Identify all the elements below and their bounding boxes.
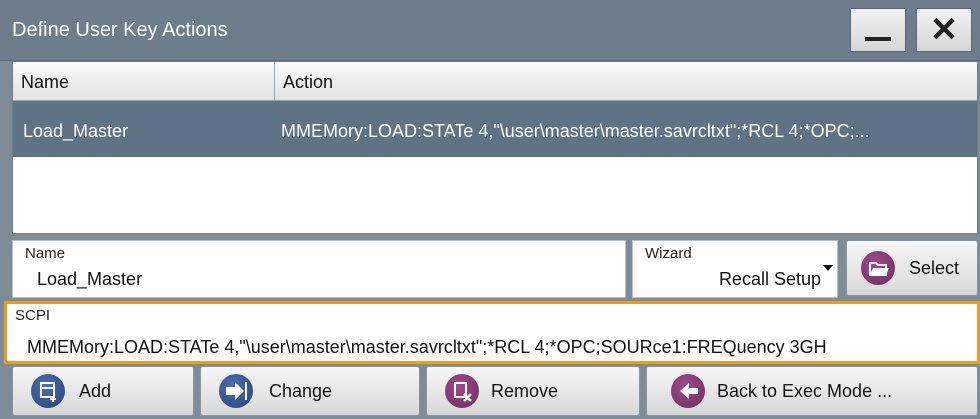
- dropdown-caret-icon: [823, 265, 833, 271]
- back-to-exec-mode-button[interactable]: Back to Exec Mode ...: [646, 366, 978, 416]
- remove-button[interactable]: Remove: [426, 366, 640, 416]
- wizard-label: Wizard: [645, 245, 692, 262]
- title-bar: Define User Key Actions ✕: [0, 0, 980, 61]
- column-header-name[interactable]: Name: [13, 62, 275, 100]
- scpi-field[interactable]: SCPI MMEMory:LOAD:STATe 4,"\user\master\…: [4, 301, 980, 364]
- arrow-left-icon: [671, 374, 705, 408]
- change-button-label: Change: [269, 381, 333, 401]
- row-action-cell: MMEMory:LOAD:STATe 4,"\user\master\maste…: [281, 121, 870, 141]
- name-field-label: Name: [25, 245, 66, 262]
- close-icon: ✕: [929, 11, 959, 49]
- table-header: Name Action: [13, 62, 977, 101]
- select-button-label: Select: [909, 258, 960, 278]
- wizard-dropdown[interactable]: Wizard Recall Setup: [632, 240, 838, 298]
- select-button[interactable]: Select: [846, 240, 978, 296]
- minimize-icon: [865, 37, 891, 41]
- back-button-label: Back to Exec Mode ...: [717, 381, 893, 401]
- column-header-action[interactable]: Action: [275, 62, 977, 100]
- name-field[interactable]: Name Load_Master: [12, 240, 626, 298]
- add-button[interactable]: Add: [12, 366, 194, 416]
- user-key-actions-table: Name Action Load_Master MMEMory:LOAD:STA…: [12, 61, 978, 234]
- row-name-cell: Load_Master: [23, 121, 129, 141]
- scpi-value: MMEMory:LOAD:STATe 4,"\user\master\maste…: [27, 337, 827, 357]
- close-button[interactable]: ✕: [916, 8, 972, 52]
- arrow-right-icon: [219, 374, 253, 408]
- define-user-key-actions-dialog: Define User Key Actions ✕ Name Action Lo…: [0, 0, 980, 419]
- table-row[interactable]: Load_Master MMEMory:LOAD:STATe 4,"\user\…: [13, 101, 977, 157]
- minimize-button[interactable]: [850, 8, 906, 52]
- folder-open-icon: [861, 251, 895, 285]
- add-icon: [31, 374, 65, 408]
- add-button-label: Add: [79, 381, 112, 401]
- remove-icon: [445, 374, 479, 408]
- wizard-selected-value: Recall Setup: [718, 269, 821, 289]
- scpi-label: SCPI: [15, 307, 51, 324]
- dialog-title: Define User Key Actions: [12, 19, 228, 41]
- name-field-value: Load_Master: [37, 269, 143, 289]
- remove-button-label: Remove: [491, 381, 559, 401]
- change-button[interactable]: Change: [200, 366, 420, 416]
